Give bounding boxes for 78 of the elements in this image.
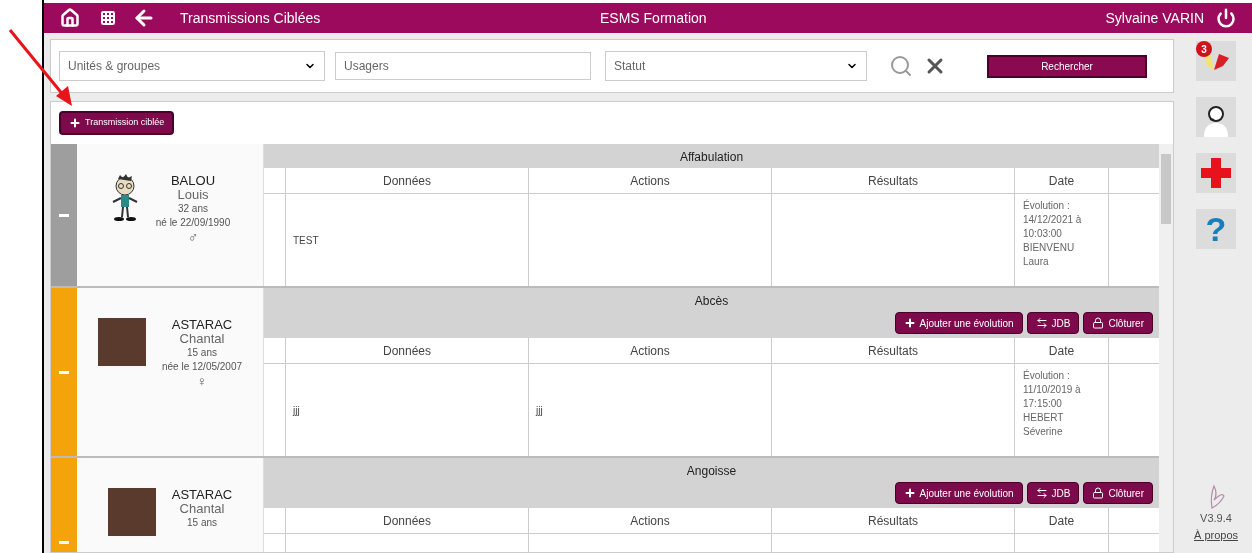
lock-icon — [1092, 487, 1105, 499]
plus-icon — [903, 487, 916, 499]
patient-first-name: Chantal — [179, 502, 225, 516]
plus-icon — [69, 117, 81, 129]
action-button[interactable]: JDB — [1026, 482, 1080, 504]
column-header: Résultats — [772, 508, 1015, 533]
date-line: Évolution : — [1023, 199, 1071, 213]
add-transmission-button[interactable]: Transmission ciblée — [59, 111, 175, 135]
date-line: 17:15:00 — [1023, 397, 1063, 411]
patient-birth-date: née le 12/05/2007 — [161, 360, 243, 374]
collapse-button[interactable] — [59, 213, 69, 217]
notification-badge: 3 — [1196, 41, 1212, 57]
column-header: Date — [1015, 508, 1109, 533]
home-icon[interactable] — [60, 8, 80, 28]
action-button[interactable]: Clôturer — [1083, 482, 1153, 504]
date-line: Séverine — [1023, 425, 1064, 439]
patient-age: 15 ans — [186, 346, 217, 360]
date-line: Laura — [1023, 255, 1050, 269]
version-label: V3.9.4 — [1200, 511, 1232, 526]
patient-last-name: BALOU — [170, 174, 216, 188]
column-header: Date — [1015, 168, 1109, 193]
user-name: Sylvaine VARIN — [1105, 8, 1204, 28]
about-link[interactable]: À propos — [1194, 526, 1238, 543]
sex-symbol: ♂ — [187, 230, 199, 244]
column-header: Données — [286, 338, 529, 363]
patient-last-name: ASTARAC — [171, 318, 233, 332]
power-icon[interactable] — [1216, 8, 1236, 28]
patient-birth-date: né le 22/09/1990 — [155, 216, 231, 230]
target-title: Angoisse — [686, 463, 737, 480]
photo-placeholder — [107, 488, 156, 536]
photo-placeholder — [97, 318, 146, 366]
date-line: 11/10/2019 à — [1023, 383, 1082, 397]
patient-first-name: Louis — [177, 188, 209, 202]
column-header: Résultats — [772, 168, 1015, 193]
lock-icon — [1092, 317, 1105, 329]
table-cell-text: jjj — [536, 403, 543, 418]
swap-arrows-icon — [1035, 487, 1048, 499]
date-line: HEBERT — [1023, 411, 1065, 425]
flags-tile[interactable]: 3 — [1196, 41, 1236, 81]
date-line: 10:03:00 — [1023, 227, 1063, 241]
patient-age: 32 ans — [177, 202, 208, 216]
users-field[interactable]: Usagers — [335, 52, 591, 80]
first-aid-tile[interactable] — [1196, 153, 1236, 193]
date-line: BIENVENU — [1023, 241, 1076, 255]
search-button[interactable]: Rechercher — [987, 54, 1147, 78]
target-title: Abcès — [694, 293, 729, 310]
cross-icon — [1200, 157, 1232, 189]
action-button[interactable]: Ajouter une évolution — [894, 312, 1023, 334]
date-line: 14/12/2021 à — [1023, 213, 1083, 227]
action-button[interactable]: Ajouter une évolution — [894, 482, 1023, 504]
patient-first-name: Chantal — [179, 332, 225, 346]
search-icon[interactable] — [889, 54, 913, 78]
status-dropdown[interactable]: Statut — [605, 51, 867, 81]
column-header: Date — [1015, 338, 1109, 363]
swap-arrows-icon — [1035, 317, 1048, 329]
app-name: ESMS Formation — [600, 8, 707, 28]
column-header: Données — [286, 508, 529, 533]
help-glyph: ? — [1205, 212, 1227, 246]
plus-icon — [903, 317, 916, 329]
support-tile[interactable] — [1196, 97, 1236, 137]
target-title: Affabulation — [679, 149, 744, 166]
table-cell-text: TEST — [293, 233, 319, 248]
apps-grid-icon[interactable] — [100, 10, 116, 26]
patient-age: 15 ans — [187, 516, 217, 530]
column-header: Résultats — [772, 338, 1015, 363]
patient-last-name: ASTARAC — [171, 488, 233, 502]
scrollbar[interactable] — [1159, 144, 1173, 552]
action-button[interactable]: JDB — [1026, 312, 1080, 334]
date-line: Évolution : — [1023, 369, 1071, 383]
page-title: Transmissions Ciblées — [180, 8, 322, 28]
column-header: Actions — [529, 168, 772, 193]
sex-symbol: ♀ — [196, 374, 208, 388]
column-header: Actions — [529, 338, 772, 363]
column-header: Données — [286, 168, 529, 193]
units-dropdown[interactable]: Unités & groupes — [59, 51, 325, 81]
table-cell-text: jjj — [293, 403, 300, 418]
column-header: Actions — [529, 508, 772, 533]
action-button[interactable]: Clôturer — [1083, 312, 1153, 334]
